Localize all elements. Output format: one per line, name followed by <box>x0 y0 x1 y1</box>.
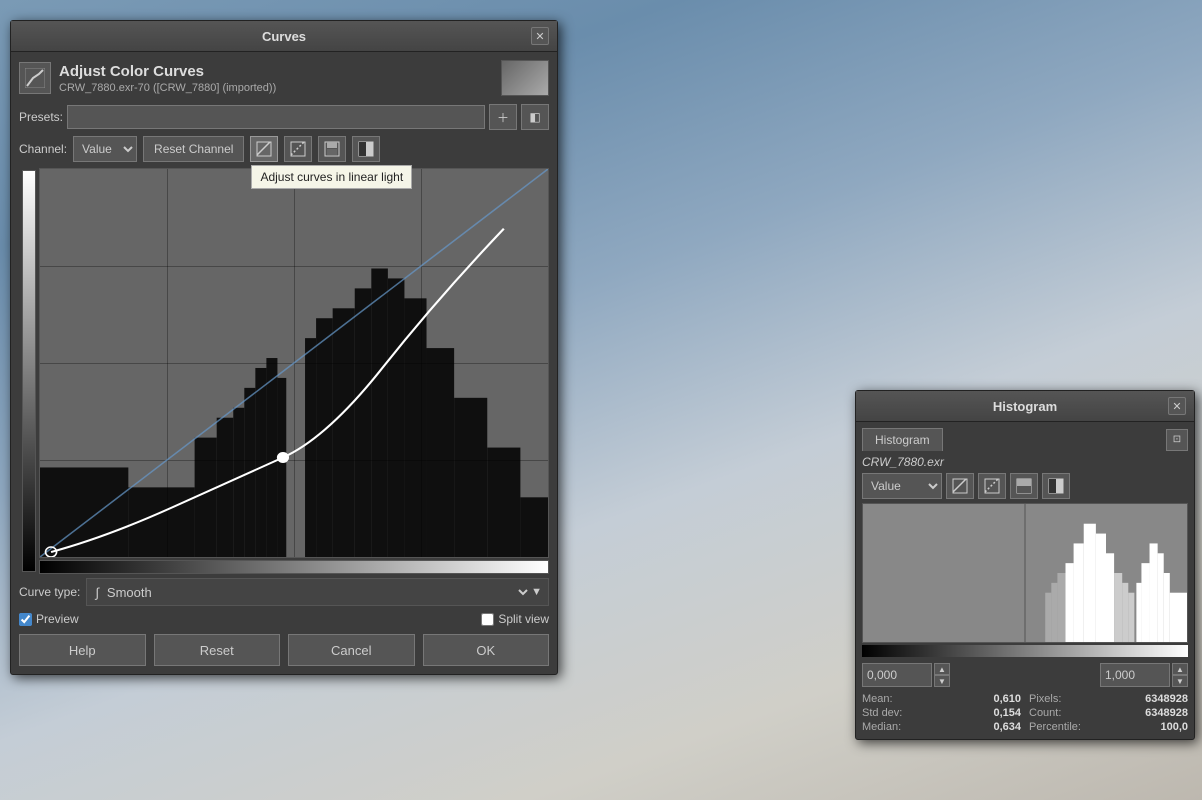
curves-dialog-title: Curves <box>37 29 531 44</box>
split-view-checkbox-row: Split view <box>481 612 549 626</box>
histogram-tab-row: Histogram ⊡ <box>862 428 1188 451</box>
reset-button[interactable]: Reset <box>154 634 281 666</box>
display-mode-2-button[interactable] <box>352 136 380 162</box>
dialog-thumbnail <box>501 60 549 96</box>
histogram-min-spinner: ▲ ▼ <box>934 663 950 687</box>
split-view-label: Split view <box>498 612 549 626</box>
display-mode-1-button[interactable] <box>318 136 346 162</box>
preview-checkbox-row: Preview <box>19 612 79 626</box>
presets-select-group <box>67 105 485 129</box>
median-label: Median: <box>862 721 901 733</box>
percentile-value: 100,0 <box>1160 721 1188 733</box>
cancel-button[interactable]: Cancel <box>288 634 415 666</box>
pixels-value: 6348928 <box>1145 693 1188 705</box>
mean-value: 0,610 <box>993 693 1021 705</box>
hist-mode-2-button[interactable] <box>978 473 1006 499</box>
presets-row: Presets: ＋ ◧ <box>19 104 549 130</box>
histogram-min-input[interactable] <box>862 663 932 687</box>
histogram-canvas <box>862 503 1188 643</box>
curves-icon <box>19 62 51 94</box>
reference-line <box>40 169 548 557</box>
histogram-expand-button[interactable]: ⊡ <box>1166 429 1188 451</box>
histogram-min-down-button[interactable]: ▼ <box>934 675 950 687</box>
pixels-label: Pixels: <box>1029 693 1061 705</box>
preview-label: Preview <box>36 612 79 626</box>
preview-checkbox[interactable] <box>19 613 32 626</box>
histogram-filename: CRW_7880.exr <box>862 455 1188 469</box>
hist-mode-4-button[interactable] <box>1042 473 1070 499</box>
channel-row: Channel: Value Red Green Blue Alpha Rese… <box>19 136 549 162</box>
diagonal-mode-button[interactable] <box>284 136 312 162</box>
histogram-channel-row: Value Red Green Blue <box>862 473 1188 499</box>
histogram-dialog-title: Histogram <box>882 399 1168 414</box>
percentile-label: Percentile: <box>1029 721 1081 733</box>
curves-dialog: Curves ✕ Adjust Color Curves CRW_7880.ex… <box>10 20 558 675</box>
split-view-checkbox[interactable] <box>481 613 494 626</box>
dialog-subtitle: CRW_7880.exr-70 ([CRW_7880] (imported)) <box>59 82 501 94</box>
hist-mode-3-button[interactable] <box>1010 473 1038 499</box>
curve-line <box>40 169 548 557</box>
histogram-dialog: Histogram ✕ Histogram ⊡ CRW_7880.exr Val… <box>855 390 1195 740</box>
stddev-value: 0,154 <box>993 707 1021 719</box>
histogram-max-down-button[interactable]: ▼ <box>1172 675 1188 687</box>
stat-percentile-row: Percentile: 100,0 <box>1029 721 1188 733</box>
channel-label: Channel: <box>19 142 67 156</box>
histogram-min-up-button[interactable]: ▲ <box>934 663 950 675</box>
curves-titlebar: Curves ✕ <box>11 21 557 52</box>
grid-overlay <box>40 169 548 557</box>
histogram-max-input[interactable] <box>1100 663 1170 687</box>
histogram-x-gradient <box>862 645 1188 657</box>
curve-area <box>19 168 549 574</box>
stat-mean-row: Mean: 0,610 <box>862 693 1021 705</box>
curves-close-button[interactable]: ✕ <box>531 27 549 45</box>
channel-select[interactable]: Value Red Green Blue Alpha <box>73 136 137 162</box>
presets-select[interactable] <box>67 105 485 129</box>
help-button[interactable]: Help <box>19 634 146 666</box>
mean-label: Mean: <box>862 693 893 705</box>
histogram-input-row: ▲ ▼ ▲ ▼ <box>862 663 1188 687</box>
dialog-header: Adjust Color Curves CRW_7880.exr-70 ([CR… <box>19 60 549 96</box>
bottom-controls: Preview Split view <box>19 612 549 626</box>
count-label: Count: <box>1029 707 1061 719</box>
histogram-max-spinner: ▲ ▼ <box>1172 663 1188 687</box>
histogram-body: Histogram ⊡ CRW_7880.exr Value Red Green… <box>856 422 1194 739</box>
histogram-max-up-button[interactable]: ▲ <box>1172 663 1188 675</box>
histogram-titlebar: Histogram ✕ <box>856 391 1194 422</box>
hist-mode-1-button[interactable] <box>946 473 974 499</box>
median-value: 0,634 <box>993 721 1021 733</box>
count-value: 6348928 <box>1145 707 1188 719</box>
add-preset-button[interactable]: ＋ <box>489 104 517 130</box>
action-buttons-row: Help Reset Cancel OK <box>19 634 549 666</box>
curve-type-select[interactable]: Smooth Cubic Spline Linear <box>103 584 531 601</box>
dialog-main-title: Adjust Color Curves <box>59 63 501 80</box>
x-axis-gradient <box>39 560 549 574</box>
histogram-close-button[interactable]: ✕ <box>1168 397 1186 415</box>
curve-canvas[interactable] <box>39 168 549 558</box>
curve-canvas-wrapper <box>39 168 549 574</box>
channel-select-group: Value Red Green Blue Alpha <box>73 136 137 162</box>
curve-type-row: Curve type: ∫ Smooth Cubic Spline Linear… <box>19 578 549 606</box>
linear-mode-button[interactable]: Adjust curves in linear light <box>250 136 278 162</box>
histogram-background <box>40 169 548 557</box>
dialog-title-block: Adjust Color Curves CRW_7880.exr-70 ([CR… <box>59 63 501 94</box>
cursor-indicator[interactable] <box>430 356 446 372</box>
curve-type-label: Curve type: <box>19 585 80 599</box>
reset-channel-button[interactable]: Reset Channel <box>143 136 244 162</box>
stat-median-row: Median: 0,634 <box>862 721 1021 733</box>
ok-button[interactable]: OK <box>423 634 550 666</box>
histogram-tab[interactable]: Histogram <box>862 428 943 451</box>
stat-stddev-row: Std dev: 0,154 <box>862 707 1021 719</box>
y-axis-gradient <box>22 170 36 572</box>
presets-label: Presets: <box>19 110 63 124</box>
stat-count-row: Count: 6348928 <box>1029 707 1188 719</box>
histogram-channel-select[interactable]: Value Red Green Blue <box>862 473 942 499</box>
stddev-label: Std dev: <box>862 707 902 719</box>
manage-presets-button[interactable]: ◧ <box>521 104 549 130</box>
stat-pixels-row: Pixels: 6348928 <box>1029 693 1188 705</box>
histogram-stats: Mean: 0,610 Pixels: 6348928 Std dev: 0,1… <box>862 693 1188 733</box>
